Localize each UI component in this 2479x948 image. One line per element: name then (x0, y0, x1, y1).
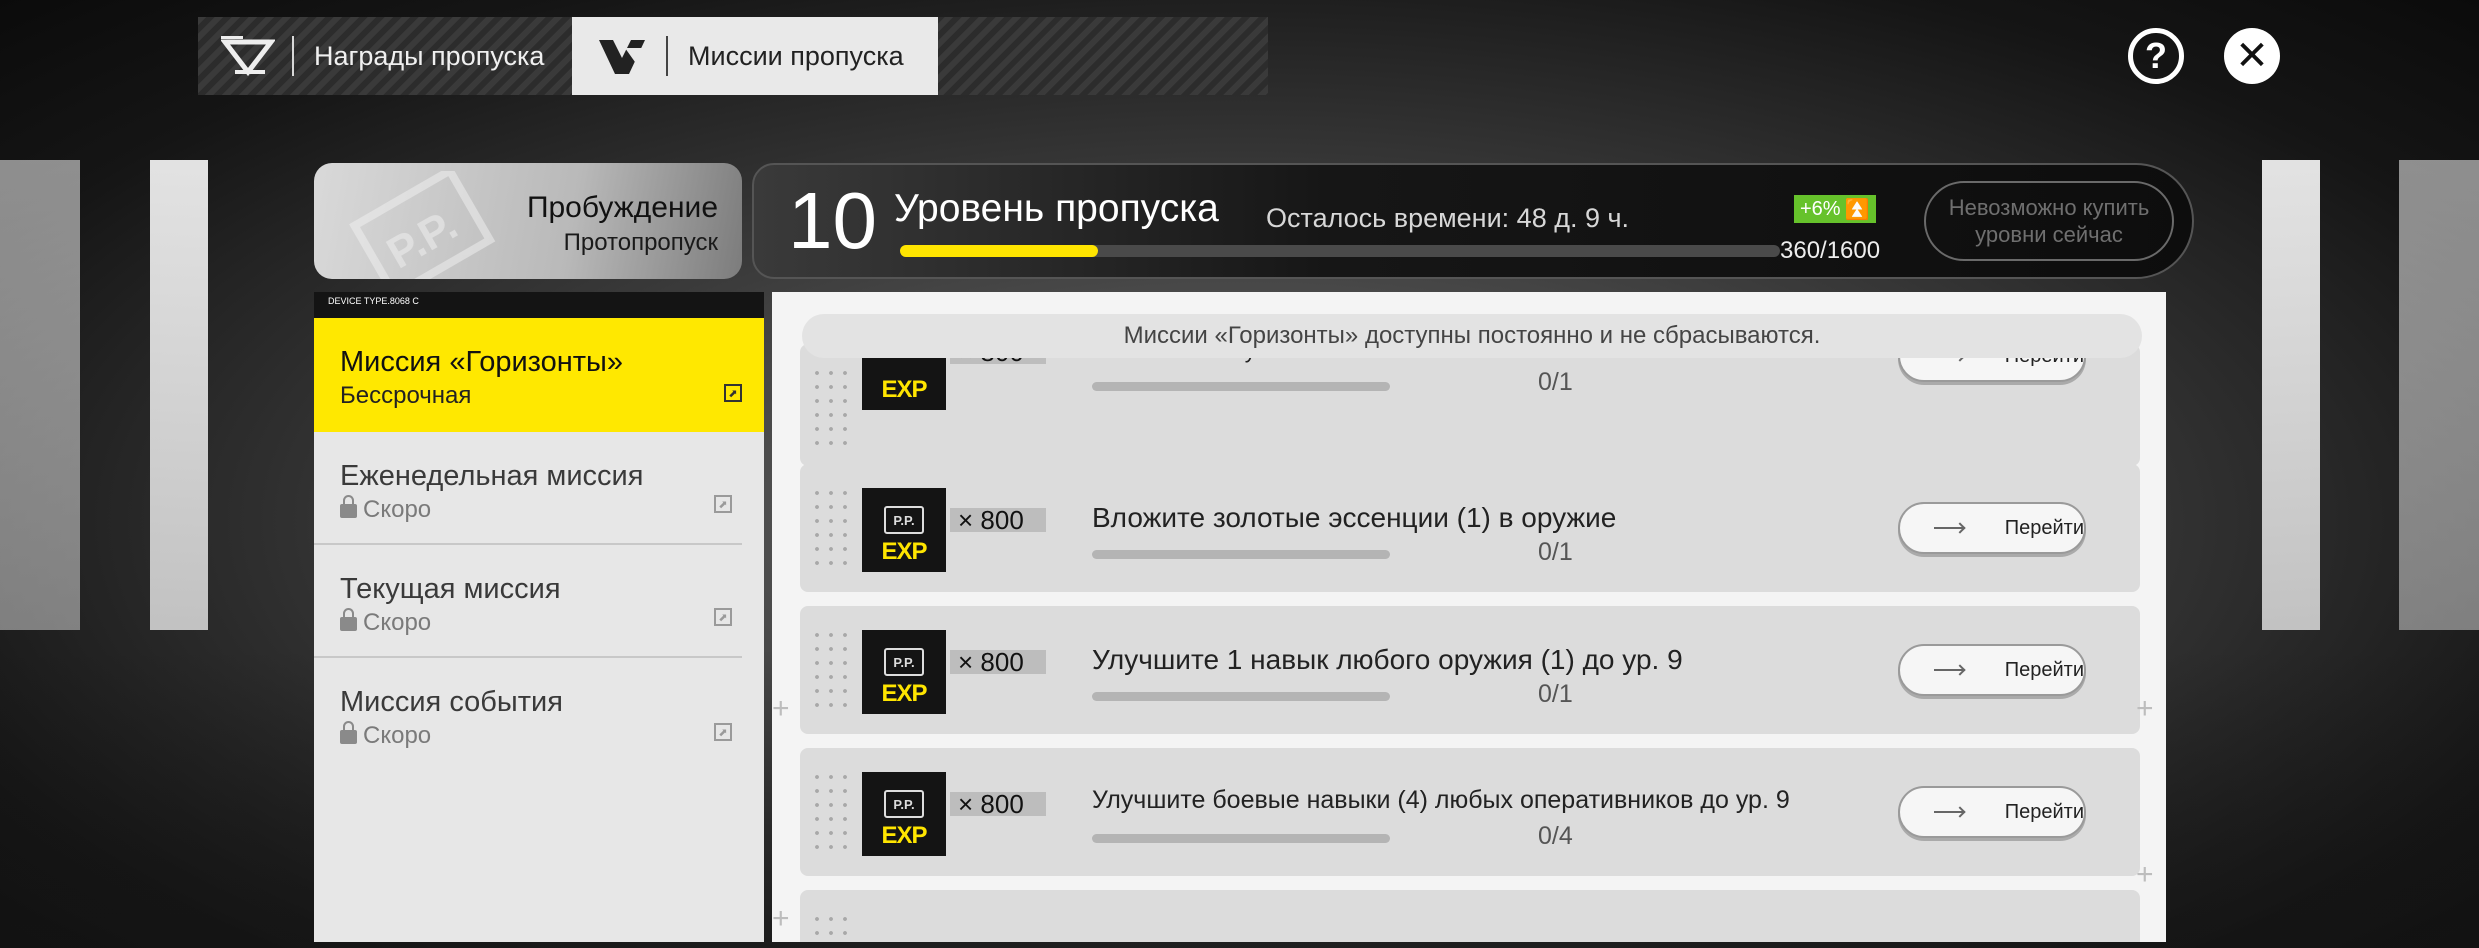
corner-plus-mark: + (2136, 858, 2154, 891)
mission-category-sidebar: DEVICE TYPE.8068 C Миссия «Горизонты» Бе… (314, 292, 764, 942)
sidebar-header: DEVICE TYPE.8068 C (314, 292, 764, 318)
expand-corner-icon: ⬈ (714, 495, 732, 513)
expand-corner-icon: ⬈ (714, 608, 732, 626)
missions-notice: Миссии «Горизонты» доступны постоянно и … (802, 314, 2142, 358)
missions-logo-icon (590, 30, 654, 82)
pass-subtitle: Протопропуск (563, 229, 718, 256)
reward-amount: × 800 (950, 789, 1046, 819)
double-chevron-up-icon: ⏫ (1844, 198, 1870, 221)
sidebar-item-label: Миссия «Горизонты» (340, 346, 624, 378)
mission-progress-count: 0/1 (1538, 680, 1573, 708)
sidebar-item-status: Скоро (340, 721, 742, 750)
mission-progress-track (1092, 692, 1390, 701)
mission-progress-track (1092, 550, 1390, 559)
go-button-label: Перейти (2004, 800, 2084, 823)
sidebar-item-label: Еженедельная миссия (340, 460, 644, 492)
arrow-right-icon (1934, 811, 1963, 813)
bg-pillar-left (150, 160, 208, 630)
arrow-right-icon (1934, 669, 1963, 671)
top-tab-bar: Награды пропуска Миссии пропуска (198, 17, 1268, 95)
pp-badge-icon: P.P. (884, 648, 924, 676)
corner-plus-mark: + (772, 902, 790, 935)
tab-pass-missions[interactable]: Миссии пропуска (572, 17, 938, 95)
pass-logo-icon (216, 30, 280, 82)
sidebar-item-label: Миссия события (340, 686, 563, 718)
pass-card[interactable]: P.P. Пробуждение Протопропуск (314, 163, 742, 279)
sidebar-item-weekly[interactable]: Еженедельная миссия Скоро ⬈ (314, 432, 742, 545)
bg-pillar-left-2 (0, 160, 80, 630)
go-button-label: Перейти (2004, 658, 2084, 681)
lock-icon (340, 721, 357, 744)
exp-reward-icon: P.P. EXP (862, 488, 946, 572)
mission-card (800, 890, 2140, 942)
pp-badge-icon: P.P. (884, 506, 924, 534)
lock-icon (340, 495, 357, 518)
tab-pass-rewards[interactable]: Награды пропуска (198, 17, 570, 95)
mission-progress-count: 0/4 (1538, 822, 1573, 850)
corner-plus-mark: + (772, 692, 790, 725)
level-progress-track (900, 245, 1780, 257)
bg-pillar-right (2262, 160, 2320, 630)
mission-title: Вложите золотые эссенции (1) в оружие (1092, 502, 1617, 533)
xp-boost-value: +6% (1800, 197, 1841, 220)
go-button[interactable]: Перейти (1898, 644, 2086, 696)
reward-amount: × 800 (950, 647, 1046, 677)
mission-progress-count: 0/1 (1538, 538, 1573, 566)
mission-card: P.P. EXP × 800 Улучшите 1 навык любого о… (800, 606, 2140, 734)
buy-levels-button[interactable]: Невозможно купить уровни сейчас (1924, 181, 2174, 261)
expand-corner-icon: ⬈ (714, 723, 732, 741)
exp-reward-icon: P.P. EXP (862, 630, 946, 714)
exp-label: EXP (881, 376, 927, 403)
sidebar-item-status: Скоро (340, 608, 742, 637)
pass-level-title: Уровень пропуска (894, 187, 1219, 230)
pass-title: Пробуждение (526, 191, 718, 224)
sidebar-item-current[interactable]: Текущая миссия Скоро ⬈ (314, 545, 742, 658)
mission-card: P.P. EXP × 800 Улучшите боевые навыки (4… (800, 748, 2140, 876)
mission-title: Улучшите боевые навыки (4) любых операти… (1092, 786, 1790, 814)
xp-boost-badge: +6% ⏫ (1794, 195, 1876, 223)
exp-label: EXP (881, 680, 927, 707)
svg-text:P.P.: P.P. (379, 200, 466, 278)
mission-progress-count: 0/1 (1538, 368, 1573, 396)
go-button[interactable]: Перейти (1898, 502, 2086, 554)
sidebar-item-label: Текущая миссия (340, 573, 561, 605)
protocol-pass-emblem-icon: P.P. (344, 165, 504, 279)
sidebar-item-horizons[interactable]: Миссия «Горизонты» Бессрочная ⬈ (314, 318, 764, 432)
mission-progress-track (1092, 834, 1390, 843)
tab-separator (292, 36, 294, 76)
time-remaining: Осталось времени: 48 д. 9 ч. (1266, 203, 1630, 233)
pp-badge-icon: P.P. (884, 790, 924, 818)
mission-card: P.P. EXP × 800 Вложите золотые эссенции … (800, 464, 2140, 592)
corner-plus-mark: + (2136, 692, 2154, 725)
exp-reward-icon: P.P. EXP (862, 772, 946, 856)
tab-label: Миссии пропуска (688, 40, 904, 71)
xp-counter: 360/1600 (1780, 237, 1881, 264)
pass-level-number: 10 (788, 176, 877, 265)
arrow-right-icon (1934, 527, 1963, 529)
tab-label: Награды пропуска (314, 40, 545, 71)
expand-corner-icon: ⬈ (724, 384, 742, 402)
sidebar-item-status: Бессрочная (340, 382, 472, 409)
sidebar-item-event[interactable]: Миссия события Скоро ⬈ (314, 658, 742, 771)
lock-icon (340, 608, 357, 631)
pass-level-bar: 10 Уровень пропуска Осталось времени: 48… (752, 163, 2194, 279)
sidebar-item-status: Скоро (340, 495, 742, 524)
mission-progress-track (1092, 382, 1390, 391)
go-button[interactable]: Перейти (1898, 786, 2086, 838)
mission-title: Улучшите 1 навык любого оружия (1) до ур… (1092, 644, 1683, 675)
exp-label: EXP (881, 822, 927, 849)
close-x-icon[interactable]: ✕ (2224, 28, 2280, 84)
exp-label: EXP (881, 538, 927, 565)
mission-card: EXP × 800 качества или лучше 0/1 Перейти (800, 344, 2140, 466)
level-progress-fill (900, 245, 1098, 257)
tab-separator (666, 36, 668, 76)
go-button-label: Перейти (2004, 516, 2084, 539)
bg-pillar-right-2 (2399, 160, 2479, 630)
question-mark-icon[interactable]: ? (2128, 28, 2184, 84)
reward-amount: × 800 (950, 505, 1046, 535)
missions-panel: EXP × 800 качества или лучше 0/1 Перейти… (772, 292, 2166, 942)
